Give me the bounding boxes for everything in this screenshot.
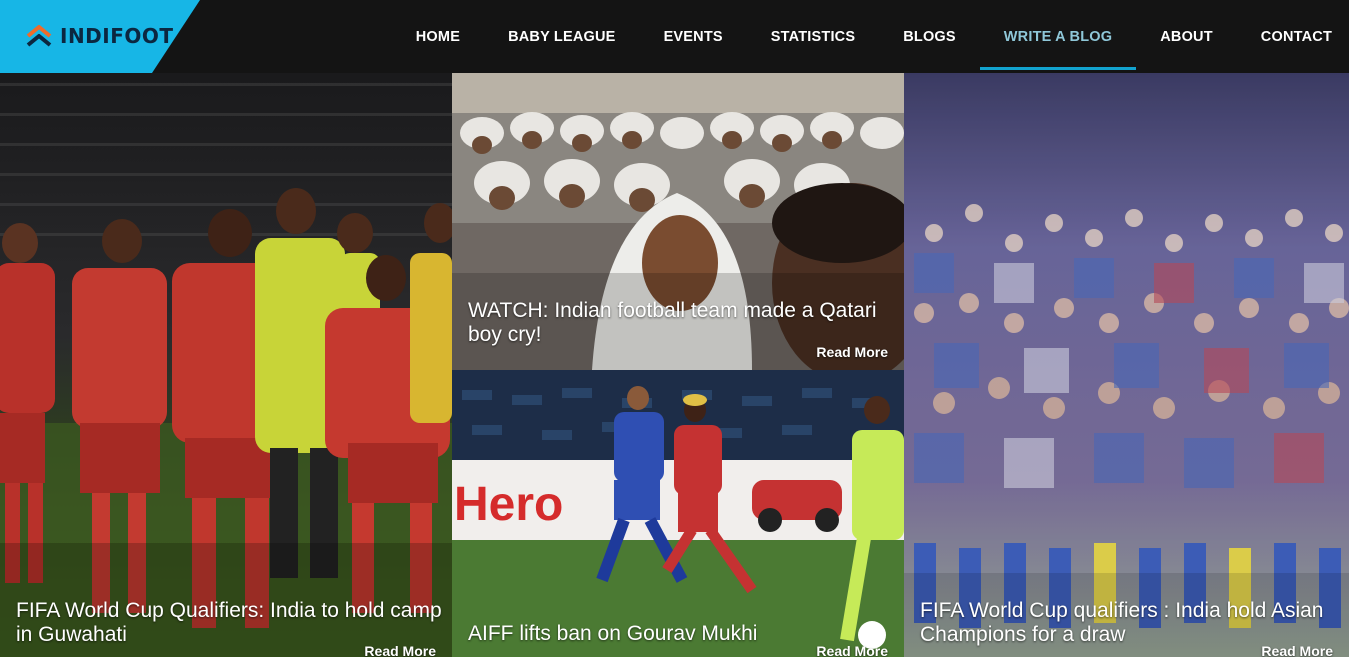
svg-text:Hero: Hero xyxy=(454,478,563,531)
chevron-stack-icon xyxy=(26,25,52,47)
post-card-qatari-boy[interactable]: WATCH: Indian football team made a Qatar… xyxy=(452,73,904,370)
post-title[interactable]: WATCH: Indian football team made a Qatar… xyxy=(468,299,896,347)
nav-write-a-blog[interactable]: WRITE A BLOG xyxy=(979,0,1137,73)
nav-about[interactable]: ABOUT xyxy=(1160,0,1213,73)
fans-celebrating-photo xyxy=(904,73,1349,657)
post-card-india-camp[interactable]: FIFA World Cup Qualifiers: India to hold… xyxy=(0,73,452,657)
site-logo[interactable]: INDIFOOT xyxy=(0,0,200,73)
post-card-india-draw[interactable]: FIFA World Cup qualifiers : India hold A… xyxy=(904,73,1349,657)
read-more-link[interactable]: Read More xyxy=(816,344,888,360)
read-more-link[interactable]: Read More xyxy=(364,643,436,657)
read-more-link[interactable]: Read More xyxy=(816,643,888,657)
nav-home[interactable]: HOME xyxy=(416,0,460,73)
isl-match-action-photo: Hero xyxy=(452,370,904,657)
nav-statistics[interactable]: STATISTICS xyxy=(771,0,855,73)
nav-blogs[interactable]: BLOGS xyxy=(903,0,956,73)
site-header: INDIFOOT HOME BABY LEAGUE EVENTS STATIST… xyxy=(0,0,1349,73)
post-title[interactable]: FIFA World Cup qualifiers : India hold A… xyxy=(920,599,1341,647)
india-team-training-photo xyxy=(0,73,452,657)
nav-contact[interactable]: CONTACT xyxy=(1261,0,1332,73)
nav-baby-league[interactable]: BABY LEAGUE xyxy=(508,0,615,73)
nav-events[interactable]: EVENTS xyxy=(664,0,723,73)
main-nav: HOME BABY LEAGUE EVENTS STATISTICS BLOGS… xyxy=(368,0,1349,73)
post-card-gourav-mukhi[interactable]: Hero AIFF lifts ban on Gourav Mukhi Read… xyxy=(452,370,904,657)
post-title[interactable]: FIFA World Cup Qualifiers: India to hold… xyxy=(16,599,444,647)
logo-text: INDIFOOT xyxy=(60,24,174,48)
read-more-link[interactable]: Read More xyxy=(1261,643,1333,657)
